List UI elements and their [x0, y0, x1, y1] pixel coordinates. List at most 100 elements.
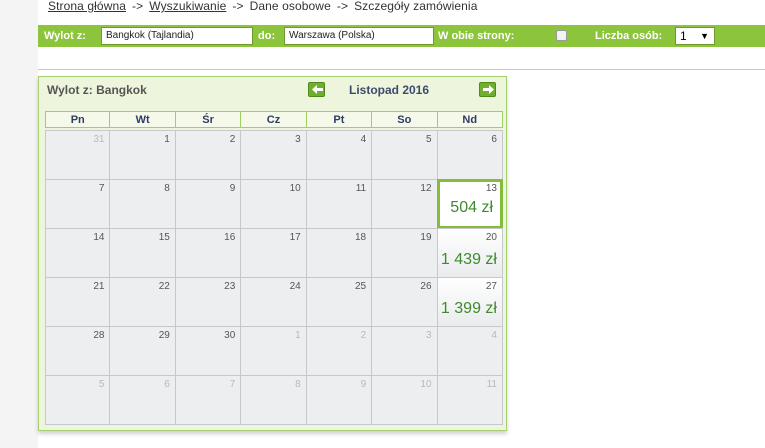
breadcrumb-separator: ->: [232, 0, 244, 13]
breadcrumb-order-details: Szczegóły zamówienia: [354, 0, 478, 13]
divider: [38, 69, 765, 70]
day-number: 2: [229, 134, 236, 145]
day-number: 31: [93, 134, 105, 145]
calendar-day[interactable]: 1: [109, 130, 176, 180]
calendar-day[interactable]: 12: [371, 179, 438, 229]
breadcrumb-search-link[interactable]: Wyszukiwanie: [149, 0, 226, 13]
calendar-day: 7: [174, 375, 242, 425]
breadcrumb-personal-data: Dane osobowe: [249, 0, 331, 13]
day-number: 9: [229, 183, 236, 194]
day-number: 13: [485, 183, 497, 194]
to-label: do:: [258, 30, 276, 42]
calendar-day: 3: [371, 326, 438, 376]
roundtrip-checkbox[interactable]: [556, 30, 567, 41]
breadcrumb-home-link[interactable]: Strona główna: [48, 0, 126, 13]
calendar-day: 2: [305, 326, 373, 376]
day-number: 29: [158, 330, 170, 341]
next-month-button[interactable]: [479, 82, 496, 97]
arrow-right-icon: [483, 85, 494, 94]
calendar-day[interactable]: 2: [174, 130, 242, 180]
day-number: 24: [289, 281, 301, 292]
persons-select-value: 1: [680, 29, 687, 43]
day-number: 16: [224, 232, 236, 243]
day-number: 22: [158, 281, 170, 292]
calendar-day[interactable]: 30: [174, 326, 242, 376]
day-price: 504 zł: [450, 199, 493, 216]
calendar-day[interactable]: 29: [109, 326, 176, 376]
day-price: 1 399 zł: [440, 300, 497, 317]
calendar-day[interactable]: 8: [109, 179, 176, 229]
day-number: 14: [93, 232, 105, 243]
day-number: 3: [425, 330, 432, 341]
from-label: Wylot z:: [44, 30, 86, 42]
calendar-day[interactable]: 16: [174, 228, 242, 278]
calendar-day[interactable]: 17: [240, 228, 307, 278]
breadcrumb: Strona główna -> Wyszukiwanie -> Dane osobow…: [48, 0, 477, 14]
day-number: 20: [485, 232, 497, 243]
calendar-day[interactable]: 15: [109, 228, 176, 278]
calendar-day[interactable]: 5: [371, 130, 438, 180]
day-number: 8: [295, 379, 301, 390]
calendar-day-with-price[interactable]: 13 504 zł: [436, 179, 503, 229]
calendar-day[interactable]: 6: [436, 130, 503, 180]
calendar-day[interactable]: 28: [45, 326, 111, 376]
calendar-day[interactable]: 26: [371, 277, 438, 327]
calendar-day[interactable]: 21: [45, 277, 111, 327]
weekday-header: Nd: [436, 111, 503, 128]
calendar-day: 8: [240, 375, 307, 425]
calendar-day[interactable]: 24: [240, 277, 307, 327]
calendar-day[interactable]: 10: [240, 179, 307, 229]
weekday-header: Pn: [45, 111, 111, 128]
day-number: 10: [289, 183, 301, 194]
calendar-week-row: 5 6 7 8 9 10 11: [45, 375, 503, 425]
day-price: 1 439 zł: [440, 251, 497, 268]
calendar-day: 10: [371, 375, 438, 425]
breadcrumb-separator: ->: [132, 0, 144, 13]
day-number: 6: [491, 134, 497, 145]
page: Strona główna -> Wyszukiwanie -> Dane osobow…: [38, 0, 765, 448]
calendar-day[interactable]: 7: [45, 179, 111, 229]
to-input[interactable]: Warszawa (Polska): [284, 27, 434, 45]
calendar-week-row: 31 1 2 3 4 5 6: [45, 130, 503, 180]
calendar-week-row: 14 15 16 17 18 19 20 1 439 zł: [45, 228, 503, 278]
day-number: 23: [224, 281, 236, 292]
day-number: 11: [486, 379, 497, 390]
weekday-header: Śr: [174, 111, 242, 128]
day-number: 17: [289, 232, 301, 243]
calendar-day[interactable]: 9: [174, 179, 242, 229]
calendar-from-title: Wylot z: Bangkok: [47, 83, 147, 97]
persons-select[interactable]: 1 ▼: [675, 27, 715, 45]
calendar-day[interactable]: 18: [305, 228, 373, 278]
calendar-header: Wylot z: Bangkok Listopad 2016: [39, 77, 506, 104]
day-number: 26: [420, 281, 432, 292]
calendar-day: 31: [45, 130, 111, 180]
calendar-day[interactable]: 22: [109, 277, 176, 327]
calendar-day[interactable]: 19: [371, 228, 438, 278]
day-number: 19: [420, 232, 432, 243]
calendar-day[interactable]: 3: [240, 130, 307, 180]
calendar-day[interactable]: 14: [45, 228, 111, 278]
persons-label: Liczba osób:: [595, 30, 663, 42]
calendar-week-row: 28 29 30 1 2 3 4: [45, 326, 503, 376]
calendar-day-with-price[interactable]: 27 1 399 zł: [436, 277, 503, 327]
calendar-day-with-price[interactable]: 20 1 439 zł: [436, 228, 503, 278]
dropdown-arrow-icon: ▼: [700, 31, 709, 41]
calendar-day[interactable]: 11: [305, 179, 373, 229]
from-input[interactable]: Bangkok (Tajlandia): [101, 27, 253, 45]
day-number: 3: [295, 134, 301, 145]
calendar-day: 4: [436, 326, 503, 376]
day-number: 11: [355, 183, 367, 194]
day-number: 28: [93, 330, 105, 341]
day-number: 27: [485, 281, 497, 292]
weekday-header-row: Pn Wt Śr Cz Pt So Nd: [45, 111, 503, 128]
calendar-day: 5: [45, 375, 111, 425]
day-number: 30: [224, 330, 236, 341]
weekday-header: Pt: [305, 111, 373, 128]
calendar-day[interactable]: 25: [305, 277, 373, 327]
calendar-day[interactable]: 4: [305, 130, 373, 180]
calendar-day: 9: [305, 375, 373, 425]
calendar-day[interactable]: 23: [174, 277, 242, 327]
day-number: 5: [98, 379, 105, 390]
calendar-grid: Pn Wt Śr Cz Pt So Nd 31 1 2 3 4 5 6 7 8 9 10 11 12 13 504 zł…: [45, 111, 503, 425]
calendar-month-title: Listopad 2016: [348, 83, 430, 97]
